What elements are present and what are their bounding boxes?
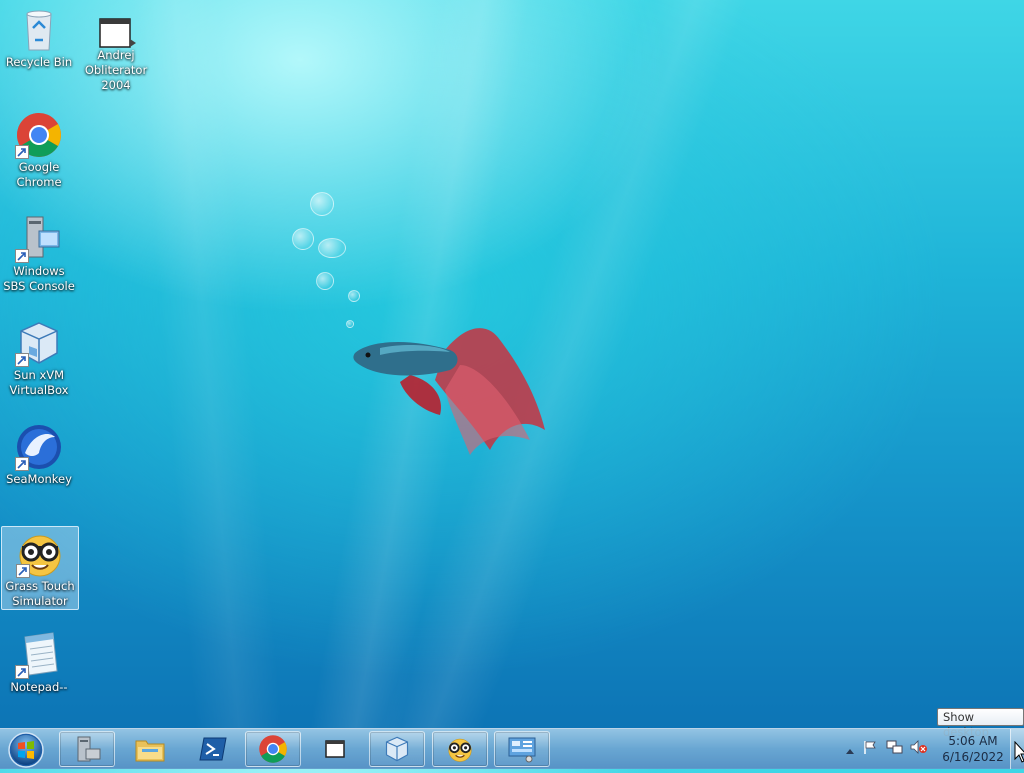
chrome-icon bbox=[259, 735, 287, 763]
shortcut-arrow-icon bbox=[15, 249, 29, 263]
network-icon[interactable] bbox=[882, 739, 906, 759]
chrome-icon bbox=[15, 111, 63, 159]
desktop-icon-label: Recycle Bin bbox=[5, 55, 73, 69]
taskbar-virtualbox-button[interactable] bbox=[369, 731, 425, 767]
desktop-icon-label: Sun xVM VirtualBox bbox=[9, 368, 69, 397]
mouse-cursor-icon bbox=[1014, 741, 1024, 763]
taskbar-control-panel-button[interactable] bbox=[494, 731, 550, 767]
taskbar-grass-touch-simulator-button[interactable] bbox=[432, 731, 488, 767]
shortcut-arrow-icon bbox=[15, 457, 29, 471]
start-button[interactable] bbox=[6, 731, 46, 769]
taskbar-andrej-obliterator-button[interactable] bbox=[307, 731, 363, 767]
bubble bbox=[292, 228, 314, 250]
taskbar-chrome-button[interactable] bbox=[245, 731, 301, 767]
desktop-icon-seamonkey[interactable]: SeaMonkey bbox=[1, 423, 77, 487]
show-hidden-icons-chevron-icon[interactable] bbox=[842, 740, 858, 759]
desktop-icon-google-chrome[interactable]: Google Chrome bbox=[1, 111, 77, 190]
nerd-face-icon bbox=[16, 530, 64, 578]
seamonkey-icon bbox=[15, 423, 63, 471]
show-desktop-tooltip: Show desktop bbox=[937, 708, 1024, 739]
desktop-icon-andrej-obliterator[interactable]: Andrej Obliterator 2004 bbox=[78, 13, 154, 93]
virtualbox-icon bbox=[15, 319, 63, 367]
desktop-icon-label: Google Chrome bbox=[16, 160, 62, 189]
recycle-bin-icon bbox=[15, 6, 63, 54]
notepad-icon bbox=[15, 631, 63, 679]
taskbar: 5:06 AM 6/16/2022 bbox=[0, 728, 1024, 769]
desktop-icon-label: SeaMonkey bbox=[6, 472, 72, 486]
shortcut-arrow-icon bbox=[15, 145, 29, 159]
nerd-face-icon bbox=[448, 738, 472, 762]
clock-date: 6/16/2022 bbox=[942, 750, 1004, 764]
desktop-icon-grass-touch-simulator[interactable]: Grass Touch Simulator bbox=[1, 526, 79, 610]
server-console-icon bbox=[15, 215, 63, 263]
action-center-flag-icon[interactable] bbox=[858, 739, 882, 759]
desktop-icon-sun-xvm-virtualbox[interactable]: Sun xVM VirtualBox bbox=[1, 319, 77, 398]
volume-muted-icon[interactable] bbox=[906, 739, 930, 759]
shortcut-arrow-icon bbox=[15, 353, 29, 367]
bubble bbox=[348, 290, 360, 302]
window-app-icon bbox=[92, 13, 140, 61]
window-app-icon bbox=[325, 740, 345, 758]
desktop-icon-label: Grass Touch Simulator bbox=[5, 579, 75, 608]
powershell-icon bbox=[199, 737, 227, 761]
desktop-icon-label: Notepad-- bbox=[10, 680, 68, 694]
server-icon bbox=[77, 736, 101, 762]
virtualbox-icon bbox=[385, 736, 409, 762]
betta-fish-wallpaper-image bbox=[353, 328, 545, 455]
desktop-icon-recycle-bin[interactable]: Recycle Bin bbox=[1, 6, 77, 70]
desktop-icon-windows-sbs-console[interactable]: Windows SBS Console bbox=[1, 215, 77, 294]
system-tray bbox=[842, 729, 930, 769]
control-panel-icon bbox=[508, 737, 536, 763]
taskbar-clock[interactable]: 5:06 AM 6/16/2022 bbox=[940, 733, 1006, 765]
taskbar-explorer-button[interactable] bbox=[122, 731, 178, 767]
bubble bbox=[316, 272, 334, 290]
bubble bbox=[310, 192, 334, 216]
show-desktop-button[interactable] bbox=[1010, 729, 1024, 769]
clock-time: 5:06 AM bbox=[948, 734, 998, 748]
desktop-icon-label: Windows SBS Console bbox=[3, 264, 75, 293]
shortcut-arrow-icon bbox=[16, 564, 30, 578]
desktop-icon-notepad[interactable]: Notepad-- bbox=[1, 631, 77, 695]
windows-logo-icon bbox=[8, 732, 44, 768]
taskbar-server-manager-button[interactable] bbox=[59, 731, 115, 767]
taskbar-powershell-button[interactable] bbox=[185, 731, 241, 767]
shortcut-arrow-icon bbox=[15, 665, 29, 679]
folder-icon bbox=[135, 740, 165, 762]
bubble bbox=[318, 238, 346, 258]
